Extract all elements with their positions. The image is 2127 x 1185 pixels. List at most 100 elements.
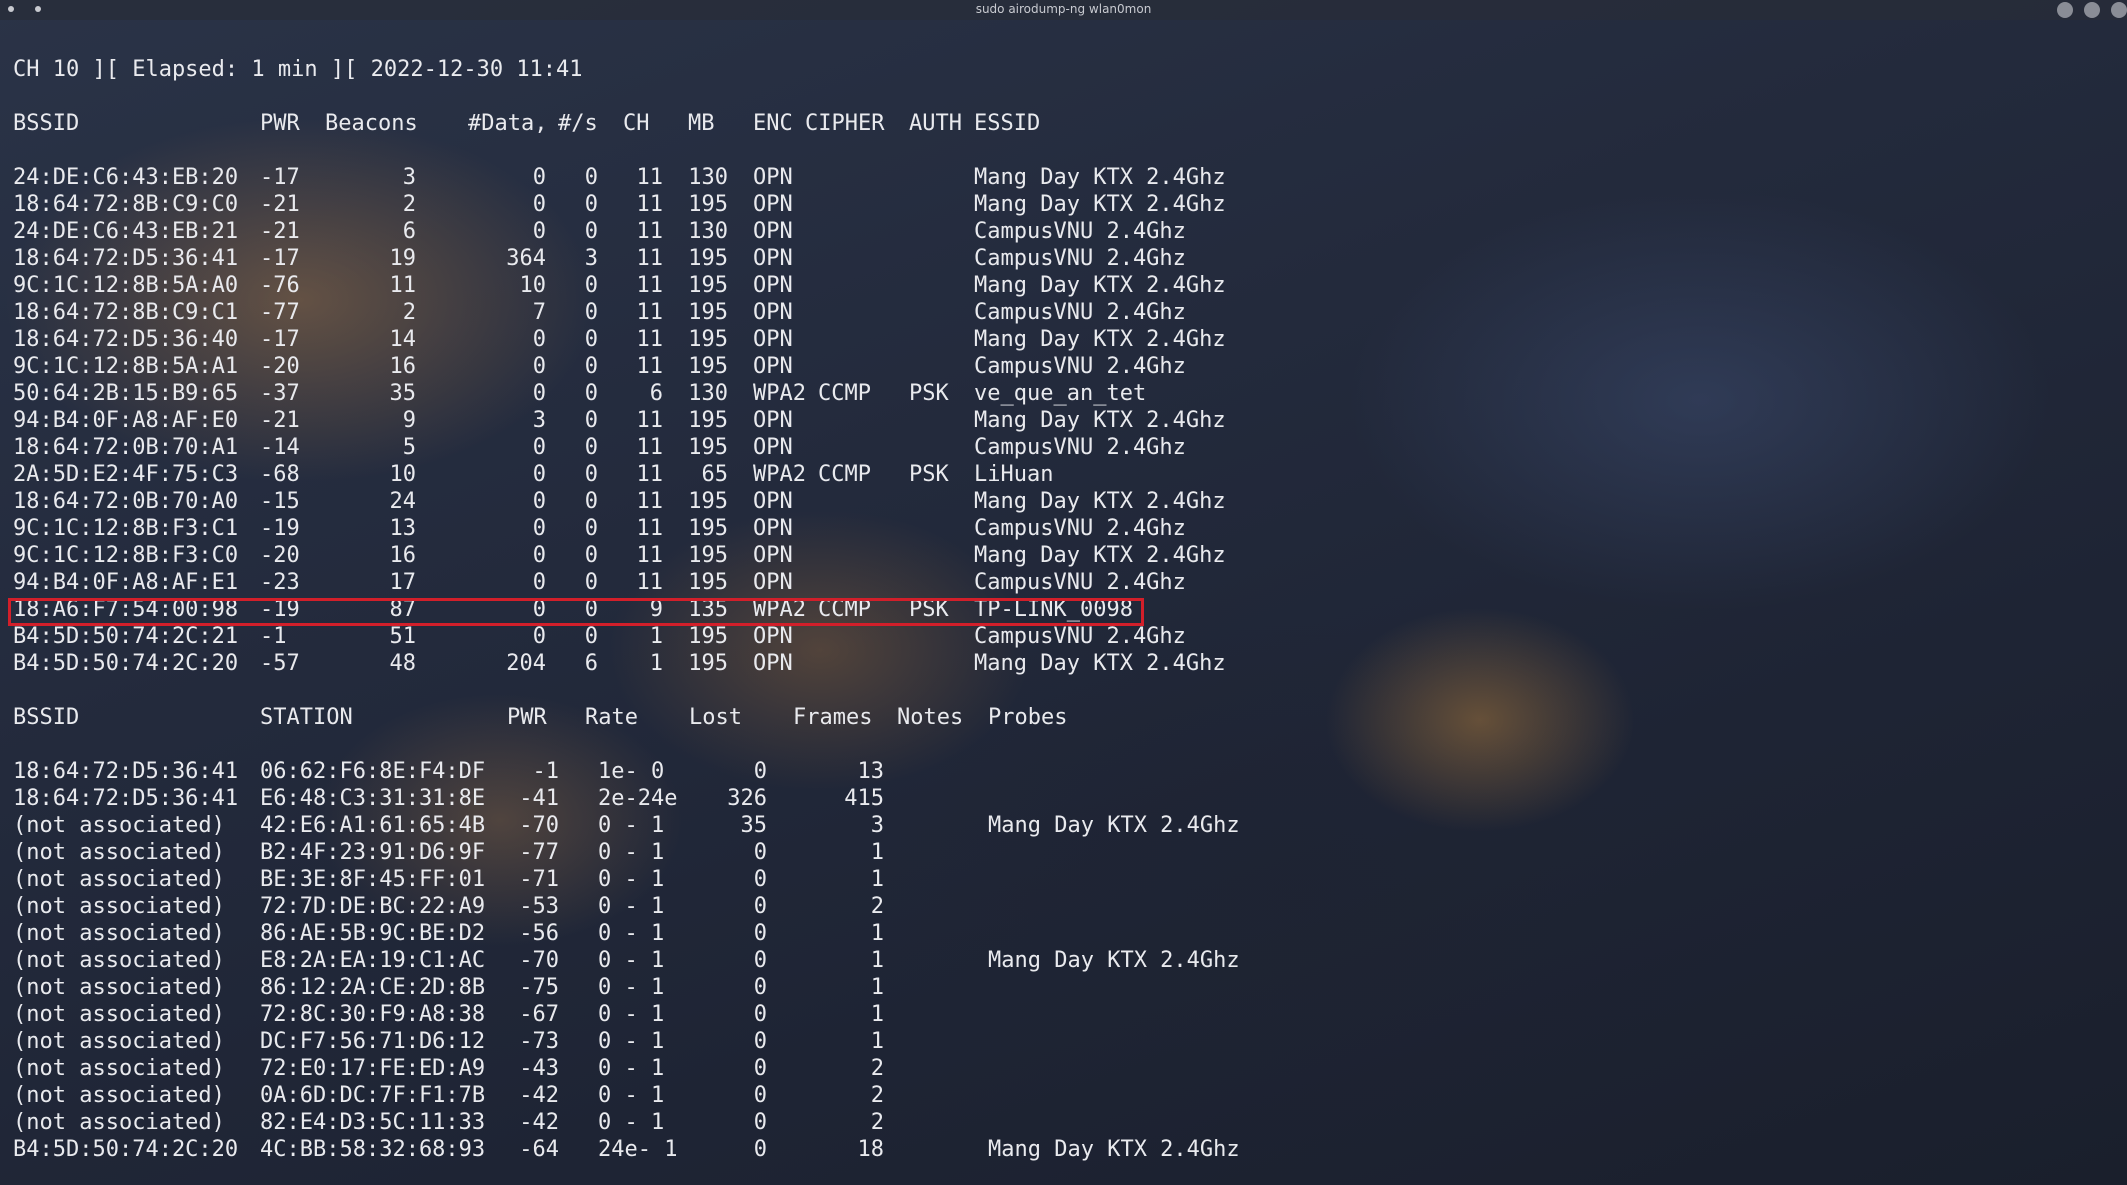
header-per-sec: #/s — [558, 111, 598, 136]
header-ch: CH — [623, 111, 650, 136]
cell-pwr: -56 — [519, 921, 559, 946]
cell-pwr: -23 — [260, 570, 300, 595]
cell-beacons: 5 — [402, 435, 416, 460]
cell-bssid: (not associated) — [13, 840, 225, 865]
cell-pwr: -17 — [260, 246, 300, 271]
cell-cipher: CCMP — [818, 462, 871, 487]
cell-pwr: -20 — [260, 543, 300, 568]
header-beacons: Beacons — [325, 111, 418, 136]
cell-station: 72:7D:DE:BC:22:A9 — [260, 894, 486, 919]
cell-lost: 0 — [753, 1029, 767, 1054]
cell-bssid: (not associated) — [13, 975, 225, 1000]
cell-rate: 0 - 1 — [598, 1029, 665, 1054]
cell-essid: CampusVNU 2.4Ghz — [974, 219, 1186, 244]
cell-bssid: 94:B4:0F:A8:AF:E1 — [13, 570, 239, 595]
cell-frames: 1 — [870, 921, 884, 946]
cell-per-sec: 0 — [584, 354, 598, 379]
cell-lost: 0 — [753, 975, 767, 1000]
cell-ch: 11 — [636, 489, 664, 514]
cell-data: 0 — [532, 165, 546, 190]
cell-auth: PSK — [909, 381, 949, 406]
header-enc: ENC — [753, 111, 793, 136]
cell-station: E8:2A:EA:19:C1:AC — [260, 948, 486, 973]
cell-data: 0 — [532, 516, 546, 541]
cell-ch: 11 — [636, 165, 664, 190]
cell-lost: 0 — [753, 948, 767, 973]
cell-data: 0 — [532, 381, 546, 406]
cell-station: 72:E0:17:FE:ED:A9 — [260, 1056, 486, 1081]
cell-mb: 195 — [688, 624, 728, 649]
cell-pwr: -19 — [260, 516, 300, 541]
cell-per-sec: 0 — [584, 408, 598, 433]
cell-bssid: 24:DE:C6:43:EB:21 — [13, 219, 239, 244]
header-cipher: CIPHER — [805, 111, 885, 136]
cell-per-sec: 0 — [584, 327, 598, 352]
ap-row: 18:64:72:8B:C9:C1 -77 2 7 0 11 195 OPN CampusVNU… — [13, 299, 1186, 326]
cell-bssid: 9C:1C:12:8B:5A:A0 — [13, 273, 239, 298]
cell-enc: OPN — [753, 516, 793, 541]
cell-rate: 0 - 1 — [598, 1056, 665, 1081]
cell-rate: 0 - 1 — [598, 1083, 665, 1108]
cell-data: 204 — [506, 651, 546, 676]
header-bssid: BSSID — [13, 111, 80, 136]
minimize-button[interactable] — [2057, 2, 2073, 18]
cell-enc: WPA2 — [753, 381, 806, 406]
cell-essid: Mang Day KTX 2.4Ghz — [974, 327, 1226, 352]
cell-enc: OPN — [753, 219, 793, 244]
cell-beacons: 2 — [402, 192, 416, 217]
cell-bssid: 9C:1C:12:8B:F3:C1 — [13, 516, 239, 541]
header-essid: ESSID — [974, 111, 1041, 136]
cell-essid: CampusVNU 2.4Ghz — [974, 435, 1186, 460]
cell-station: 72:8C:30:F9:A8:38 — [260, 1002, 486, 1027]
cell-mb: 130 — [688, 165, 728, 190]
cell-beacons: 51 — [389, 624, 417, 649]
ap-row: B4:5D:50:74:2C:21 -1 51 0 0 1 195 OPN CampusVNU … — [13, 623, 1186, 650]
cell-pwr: -21 — [260, 192, 300, 217]
cell-data: 0 — [532, 327, 546, 352]
cell-ch: 1 — [649, 651, 663, 676]
cell-lost: 0 — [753, 1056, 767, 1081]
cell-enc: OPN — [753, 354, 793, 379]
ap-row: 18:64:72:0B:70:A1 -14 5 0 0 11 195 OPN CampusVNU… — [13, 434, 1186, 461]
cell-frames: 2 — [870, 894, 884, 919]
cell-essid: Mang Day KTX 2.4Ghz — [974, 192, 1226, 217]
cell-lost: 326 — [727, 786, 767, 811]
ap-row: 18:64:72:D5:36:41 -17 19 364 3 11 195 OPN Campus… — [13, 245, 1186, 272]
cell-station: 0A:6D:DC:7F:F1:7B — [260, 1083, 486, 1108]
cell-bssid: B4:5D:50:74:2C:20 — [13, 1137, 239, 1162]
cell-bssid: 18:64:72:8B:C9:C1 — [13, 300, 239, 325]
cell-pwr: -21 — [260, 408, 300, 433]
cell-mb: 130 — [688, 381, 728, 406]
cell-mb: 195 — [688, 651, 728, 676]
terminal-window: sudo airodump-ng wlan0mon CH 10 ][ Elaps… — [0, 0, 2127, 1185]
cell-data: 0 — [532, 192, 546, 217]
maximize-button[interactable] — [2084, 2, 2100, 18]
station-row: B4:5D:50:74:2C:20 4C:BB:58:32:68:93 -64 24e… — [13, 1136, 1240, 1163]
close-button[interactable] — [2111, 2, 2127, 18]
cell-frames: 1 — [870, 840, 884, 865]
cell-bssid: 2A:5D:E2:4F:75:C3 — [13, 462, 239, 487]
cell-bssid: 18:64:72:D5:36:41 — [13, 786, 239, 811]
cell-bssid: (not associated) — [13, 813, 225, 838]
cell-beacons: 16 — [389, 354, 417, 379]
cell-per-sec: 0 — [584, 543, 598, 568]
cell-enc: OPN — [753, 570, 793, 595]
cell-beacons: 24 — [389, 489, 417, 514]
header-rate: Rate — [585, 705, 638, 730]
cell-beacons: 13 — [389, 516, 417, 541]
cell-station: 86:12:2A:CE:2D:8B — [260, 975, 486, 1000]
cell-lost: 0 — [753, 921, 767, 946]
cell-pwr: -20 — [260, 354, 300, 379]
cell-ch: 11 — [636, 408, 664, 433]
cell-mb: 195 — [688, 246, 728, 271]
cell-pwr: -70 — [519, 813, 559, 838]
cell-per-sec: 0 — [584, 192, 598, 217]
cell-bssid: (not associated) — [13, 948, 225, 973]
cell-enc: OPN — [753, 300, 793, 325]
cell-mb: 195 — [688, 327, 728, 352]
cell-rate: 0 - 1 — [598, 975, 665, 1000]
cell-pwr: -53 — [519, 894, 559, 919]
cell-data: 3 — [532, 408, 546, 433]
cell-per-sec: 0 — [584, 462, 598, 487]
cell-enc: OPN — [753, 165, 793, 190]
